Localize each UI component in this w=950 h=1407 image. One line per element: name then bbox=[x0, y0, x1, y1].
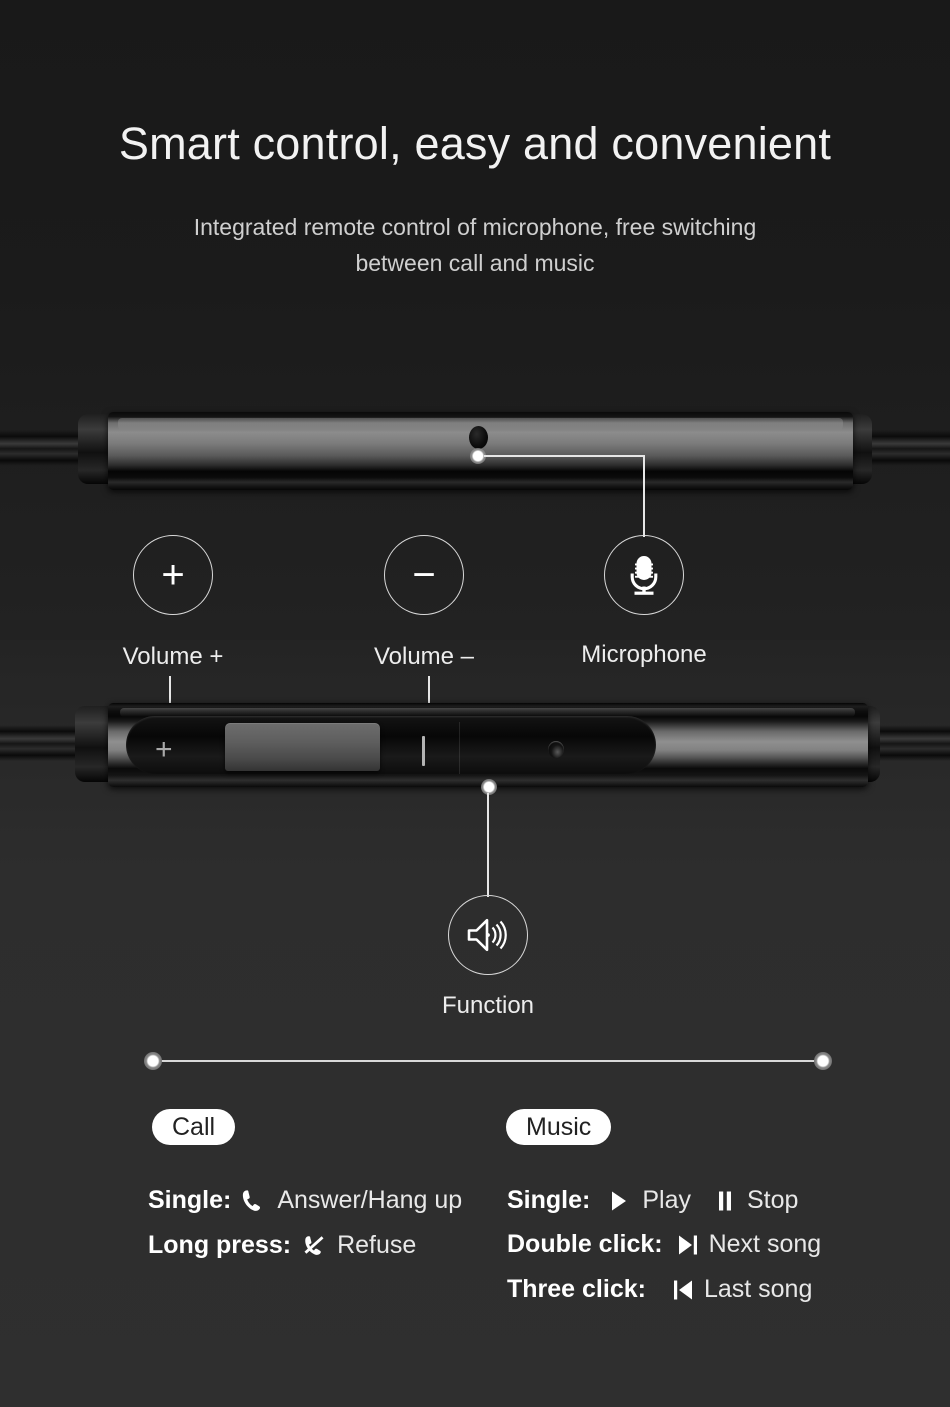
callout-circle-volume-down[interactable]: − bbox=[384, 535, 464, 615]
call-row-long-press-value: Refuse bbox=[337, 1230, 417, 1259]
microphone-icon bbox=[624, 553, 664, 597]
connector-line-microphone-horizontal bbox=[484, 455, 645, 457]
divider-rule bbox=[158, 1060, 818, 1062]
call-row-long-press-key: Long press: bbox=[148, 1230, 292, 1259]
phone-icon bbox=[241, 1189, 263, 1213]
callout-label-microphone: Microphone bbox=[581, 641, 707, 668]
plus-icon: + bbox=[161, 553, 185, 597]
play-icon bbox=[610, 1190, 628, 1212]
call-row-single: Single: Answer/Hang up bbox=[148, 1188, 462, 1213]
speaker-icon bbox=[465, 915, 511, 955]
previous-icon bbox=[672, 1279, 694, 1301]
music-row-single: Single: Play Stop bbox=[507, 1188, 798, 1213]
page-subtitle: Integrated remote control of microphone,… bbox=[0, 210, 950, 281]
music-row-three-click-key: Three click: bbox=[507, 1275, 646, 1303]
volume-down-marking bbox=[422, 736, 425, 766]
subtitle-line-1: Integrated remote control of microphone,… bbox=[193, 214, 757, 240]
connector-line-function bbox=[487, 793, 489, 897]
callout-label-function: Function bbox=[441, 992, 535, 1019]
music-row-single-value-2: Stop bbox=[746, 1186, 799, 1214]
callout-label-volume-up: Volume + bbox=[122, 643, 224, 670]
function-button-hole bbox=[548, 741, 564, 758]
call-row-single-value: Answer/Hang up bbox=[277, 1186, 463, 1214]
callout-circle-volume-up[interactable]: + bbox=[133, 535, 213, 615]
badge-music: Music bbox=[506, 1109, 612, 1145]
button-seam bbox=[459, 722, 460, 774]
call-row-single-key: Single: bbox=[148, 1186, 232, 1214]
music-row-three-click: Three click: Last song bbox=[507, 1277, 812, 1302]
background-upper bbox=[0, 0, 950, 640]
connector-dot-function bbox=[481, 779, 497, 795]
connector-line-microphone-vertical bbox=[643, 455, 645, 537]
phone-decline-icon bbox=[301, 1232, 327, 1258]
badge-call: Call bbox=[152, 1109, 236, 1145]
music-row-three-click-value: Last song bbox=[703, 1275, 813, 1303]
page-title: Smart control, easy and convenient bbox=[118, 118, 832, 169]
microphone-pinhole bbox=[469, 426, 488, 449]
volume-up-marking: + bbox=[155, 733, 173, 766]
minus-icon: − bbox=[412, 553, 436, 597]
next-icon bbox=[677, 1234, 699, 1256]
music-row-single-value: Play bbox=[642, 1186, 691, 1214]
product-feature-page: Smart control, easy and convenient Integ… bbox=[0, 0, 950, 1407]
music-row-single-key: Single: bbox=[507, 1186, 591, 1214]
callout-circle-microphone[interactable] bbox=[604, 535, 684, 615]
remote-button-strip[interactable] bbox=[126, 716, 656, 774]
divider-dot-right bbox=[814, 1052, 832, 1070]
divider-dot-left bbox=[144, 1052, 162, 1070]
pause-icon bbox=[717, 1190, 733, 1212]
subtitle-line-2: between call and music bbox=[355, 249, 595, 276]
music-row-double-click: Double click: Next song bbox=[507, 1232, 821, 1257]
callout-circle-function[interactable] bbox=[448, 895, 528, 975]
music-row-double-click-key: Double click: bbox=[507, 1230, 663, 1258]
music-row-double-click-value: Next song bbox=[708, 1230, 822, 1258]
center-button-pad[interactable] bbox=[225, 723, 380, 771]
call-row-long-press: Long press: Refuse bbox=[148, 1232, 416, 1258]
